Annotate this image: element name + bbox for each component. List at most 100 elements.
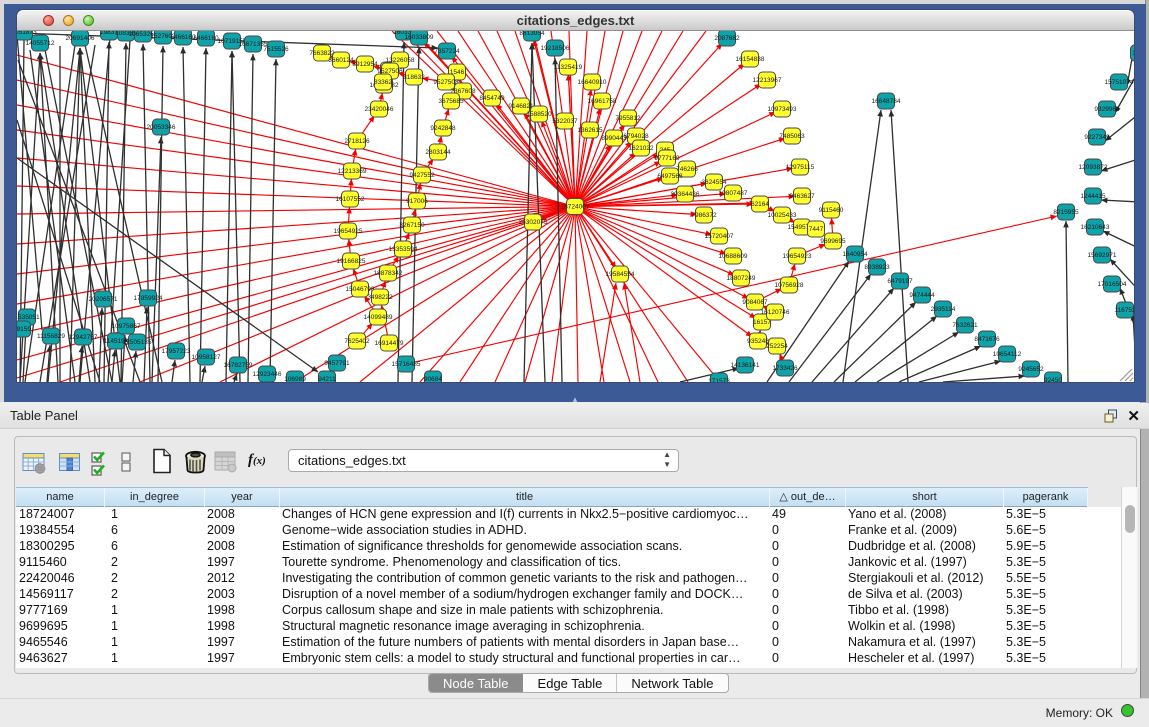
svg-text:3624554: 3624554 [701, 179, 727, 186]
svg-text:6479197: 6479197 [887, 278, 913, 285]
svg-text:19654923: 19654923 [783, 253, 812, 260]
svg-text:10688609: 10688609 [719, 253, 748, 260]
svg-text:6794028: 6794028 [623, 133, 649, 140]
svg-text:7357224: 7357224 [434, 48, 460, 55]
svg-text:12213369: 12213369 [338, 168, 367, 175]
svg-text:7955812: 7955812 [615, 115, 641, 122]
svg-text:12975115: 12975115 [786, 164, 815, 171]
svg-text:11325419: 11325419 [554, 64, 583, 71]
svg-text:10025433: 10025433 [768, 212, 797, 219]
svg-text:7632621: 7632621 [952, 322, 978, 329]
svg-text:6466160: 6466160 [193, 35, 219, 42]
svg-text:12505135: 12505135 [123, 339, 152, 346]
svg-text:2803144: 2803144 [425, 149, 451, 156]
svg-text:8813054: 8813054 [519, 31, 545, 37]
svg-text:9245652: 9245652 [1018, 366, 1044, 373]
svg-text:16107552: 16107552 [336, 196, 365, 203]
svg-text:19166825: 19166825 [337, 258, 366, 265]
svg-text:9463627: 9463627 [789, 193, 815, 200]
svg-text:17016504: 17016504 [1098, 281, 1127, 288]
svg-text:1621022: 1621022 [628, 145, 654, 152]
svg-text:19584554: 19584554 [606, 271, 635, 278]
svg-text:20053346: 20053346 [147, 124, 176, 131]
svg-text:9474444: 9474444 [909, 292, 935, 299]
svg-text:16914479: 16914479 [375, 340, 404, 347]
svg-text:12942757: 12942757 [69, 334, 98, 341]
svg-text:16210643: 16210643 [1081, 224, 1110, 231]
svg-text:16120746: 16120746 [761, 309, 790, 316]
svg-text:62164: 62164 [751, 201, 769, 208]
svg-text:15751074: 15751074 [1105, 79, 1134, 86]
svg-text:746266: 746266 [676, 166, 698, 173]
svg-text:106989: 106989 [284, 376, 306, 382]
svg-text:20364436: 20364436 [671, 191, 700, 198]
svg-text:14055712: 14055712 [26, 40, 55, 47]
svg-text:13353594: 13353594 [389, 246, 418, 253]
svg-text:9699695: 9699695 [820, 238, 846, 245]
svg-text:20206571: 20206571 [89, 296, 118, 303]
svg-text:10973493: 10973493 [768, 106, 797, 113]
svg-text:7625402: 7625402 [344, 338, 370, 345]
svg-text:8471676: 8471676 [974, 336, 1000, 343]
svg-text:2718126: 2718126 [344, 138, 370, 145]
svg-text:1117: 1117 [1132, 50, 1134, 57]
svg-text:7663822: 7663822 [309, 50, 335, 57]
svg-text:1640954: 1640954 [842, 251, 868, 258]
svg-text:25302075: 25302075 [519, 219, 548, 226]
svg-text:15692971: 15692971 [1088, 252, 1117, 259]
svg-text:16648784: 16648784 [872, 98, 901, 105]
svg-text:90684: 90684 [424, 376, 442, 382]
svg-text:9227349: 9227349 [1084, 134, 1110, 141]
svg-text:15046798: 15046798 [346, 286, 375, 293]
svg-text:3498222: 3498222 [367, 294, 393, 301]
svg-text:10756928: 10756928 [775, 282, 804, 289]
svg-text:3660124: 3660124 [328, 57, 354, 64]
svg-text:2935114: 2935114 [931, 306, 956, 313]
svg-text:917006: 917006 [406, 198, 428, 205]
svg-text:12923446: 12923446 [253, 371, 282, 378]
svg-text:94211: 94211 [318, 376, 336, 382]
svg-text:17957223: 17957223 [162, 348, 191, 355]
svg-text:16154838: 16154838 [736, 56, 765, 63]
svg-text:10807487: 10807487 [719, 190, 748, 197]
svg-text:8454749: 8454749 [479, 95, 505, 102]
svg-text:1362615: 1362615 [577, 127, 603, 134]
svg-text:1733426: 1733426 [772, 365, 798, 372]
svg-text:92450: 92450 [1044, 377, 1062, 382]
svg-text:6497568: 6497568 [657, 173, 683, 180]
svg-text:12213967: 12213967 [753, 77, 782, 84]
svg-text:12093872: 12093872 [1079, 164, 1108, 171]
svg-text:9777169: 9777169 [654, 155, 680, 162]
svg-text:16640910: 16640910 [578, 79, 607, 86]
svg-text:16782759: 16782759 [224, 362, 253, 369]
svg-text:10654112: 10654112 [993, 351, 1022, 358]
svg-text:16033809: 16033809 [405, 34, 434, 41]
svg-text:252254: 252254 [766, 343, 788, 350]
svg-text:18724007: 18724007 [561, 204, 590, 211]
svg-text:15720407: 15720407 [705, 233, 734, 240]
svg-text:7485063: 7485063 [779, 133, 805, 140]
svg-text:6466160: 6466160 [170, 34, 196, 41]
svg-text:9242848: 9242848 [430, 125, 456, 132]
svg-text:18807249: 18807249 [727, 275, 756, 282]
svg-text:11156829: 11156829 [37, 333, 65, 340]
svg-text:1535051: 1535051 [17, 314, 40, 321]
svg-text:9115460: 9115460 [819, 207, 844, 214]
svg-text:15716485: 15716485 [392, 361, 421, 368]
svg-text:14136141: 14136141 [731, 362, 760, 369]
svg-text:2087682: 2087682 [714, 35, 740, 42]
svg-text:7986372: 7986372 [691, 212, 717, 219]
svg-text:8912954: 8912954 [352, 61, 378, 68]
svg-text:9427552: 9427552 [409, 172, 435, 179]
svg-text:1244415: 1244415 [1080, 193, 1106, 200]
svg-text:8938923: 8938923 [864, 264, 890, 271]
svg-text:18878342: 18878342 [374, 270, 403, 277]
svg-text:83362: 83362 [374, 79, 392, 86]
svg-text:19218506: 19218506 [541, 45, 570, 52]
svg-text:39159: 39159 [17, 326, 31, 333]
svg-text:9329966: 9329966 [1094, 106, 1120, 113]
svg-text:9457791: 9457791 [324, 360, 350, 367]
svg-text:7515526: 7515526 [263, 46, 289, 53]
svg-text:10975867: 10975867 [112, 323, 141, 330]
svg-text:8267150: 8267150 [399, 222, 425, 229]
